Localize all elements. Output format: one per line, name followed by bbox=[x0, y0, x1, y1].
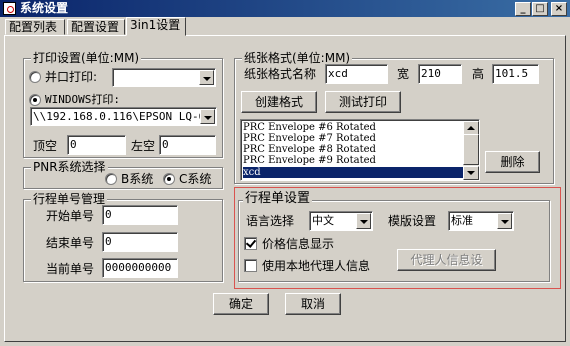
top-margin-input[interactable]: 0 bbox=[67, 135, 126, 155]
use-local-agent-checkbox[interactable] bbox=[244, 259, 257, 272]
start-number-label: 开始单号 bbox=[46, 209, 95, 223]
current-number-label: 当前单号 bbox=[46, 262, 95, 276]
minimize-button[interactable]: _ bbox=[515, 2, 531, 16]
language-value: 中文 bbox=[312, 214, 334, 227]
list-scrollbar[interactable] bbox=[463, 121, 479, 180]
chevron-down-icon bbox=[467, 171, 475, 175]
delete-format-button[interactable]: 删除 bbox=[485, 151, 540, 173]
agent-info-settings-button[interactable]: 代理人信息设 bbox=[397, 249, 496, 271]
itinerary-settings-title: 行程单设置 bbox=[243, 191, 313, 206]
chevron-down-icon[interactable] bbox=[200, 109, 215, 124]
paper-format-title: 纸张格式(单位:MM) bbox=[242, 51, 353, 65]
itinerary-number-title: 行程单号管理 bbox=[31, 192, 108, 206]
paper-width-label: 宽 bbox=[397, 67, 410, 81]
print-settings-title: 打印设置(单位:MM) bbox=[31, 51, 142, 65]
window-title: 系统设置 bbox=[20, 1, 69, 15]
template-label: 模版设置 bbox=[388, 214, 437, 228]
printer-combo[interactable]: \\192.168.0.116\EPSON LQ-67 bbox=[30, 107, 217, 126]
end-number-input[interactable]: 0 bbox=[102, 232, 178, 252]
list-item-selected[interactable]: xcd bbox=[243, 167, 465, 178]
windows-print-label: WINDOWS打印: bbox=[45, 93, 120, 106]
paper-format-list[interactable]: PRC Envelope #6 Rotated PRC Envelope #7 … bbox=[240, 119, 480, 181]
paper-name-input[interactable]: xcd bbox=[325, 64, 388, 84]
printer-combo-value: \\192.168.0.116\EPSON LQ-67 bbox=[33, 110, 212, 123]
parallel-print-radio[interactable] bbox=[29, 71, 41, 83]
pnr-b-system-radio[interactable] bbox=[105, 173, 117, 185]
pnr-title: PNR系统选择 bbox=[31, 160, 108, 174]
list-item[interactable]: PRC Envelope #9 Rotated bbox=[243, 155, 465, 166]
chevron-down-icon[interactable] bbox=[356, 213, 371, 229]
pnr-b-system-label: B系统 bbox=[121, 172, 154, 186]
end-number-label: 结束单号 bbox=[46, 236, 95, 250]
chevron-up-icon bbox=[467, 126, 475, 130]
tab-3in1-settings[interactable]: 3in1设置 bbox=[126, 17, 186, 36]
title-bar: 系统设置 _ □ × bbox=[0, 0, 570, 17]
left-margin-label: 左空 bbox=[131, 139, 156, 153]
windows-print-radio[interactable] bbox=[29, 94, 41, 106]
list-item[interactable]: PRC Envelope #7 Rotated bbox=[243, 133, 465, 144]
tab-config-list[interactable]: 配置列表 bbox=[5, 19, 65, 35]
left-margin-input[interactable]: 0 bbox=[159, 135, 216, 155]
parallel-port-combo[interactable] bbox=[112, 68, 216, 87]
ok-button[interactable]: 确定 bbox=[213, 293, 269, 315]
paper-height-label: 高 bbox=[472, 67, 485, 81]
tab-config-settings[interactable]: 配置设置 bbox=[67, 19, 125, 35]
scroll-thumb[interactable] bbox=[463, 134, 479, 165]
scroll-up-button[interactable] bbox=[463, 121, 479, 135]
top-margin-label: 顶空 bbox=[33, 139, 58, 153]
parallel-print-label: 并口打印: bbox=[45, 70, 98, 84]
language-combo[interactable]: 中文 bbox=[309, 211, 373, 231]
chevron-down-icon[interactable] bbox=[199, 70, 214, 85]
paper-height-input[interactable]: 101.5 bbox=[492, 64, 539, 84]
paper-width-input[interactable]: 210 bbox=[418, 64, 462, 84]
show-price-label: 价格信息显示 bbox=[262, 237, 335, 251]
maximize-button[interactable]: □ bbox=[532, 2, 548, 16]
create-format-button[interactable]: 创建格式 bbox=[241, 91, 317, 113]
show-price-checkbox[interactable] bbox=[244, 237, 257, 250]
list-item[interactable]: PRC Envelope #8 Rotated bbox=[243, 144, 465, 155]
chevron-down-icon[interactable] bbox=[497, 213, 512, 229]
cancel-button[interactable]: 取消 bbox=[285, 293, 341, 315]
test-print-button[interactable]: 测试打印 bbox=[325, 91, 401, 113]
app-icon bbox=[3, 2, 16, 15]
scroll-down-button[interactable] bbox=[463, 166, 479, 180]
use-local-agent-label: 使用本地代理人信息 bbox=[262, 259, 371, 273]
paper-name-label: 纸张格式名称 bbox=[244, 67, 317, 81]
language-label: 语言选择 bbox=[246, 214, 295, 228]
list-item[interactable]: PRC Envelope #6 Rotated bbox=[243, 122, 465, 133]
pnr-c-system-label: C系统 bbox=[179, 172, 212, 186]
pnr-c-system-radio[interactable] bbox=[163, 173, 175, 185]
template-combo[interactable]: 标准 bbox=[448, 211, 514, 231]
current-number-input[interactable]: 0000000000 bbox=[102, 258, 178, 278]
start-number-input[interactable]: 0 bbox=[102, 205, 178, 225]
template-value: 标准 bbox=[451, 214, 473, 227]
close-button[interactable]: × bbox=[551, 2, 567, 16]
